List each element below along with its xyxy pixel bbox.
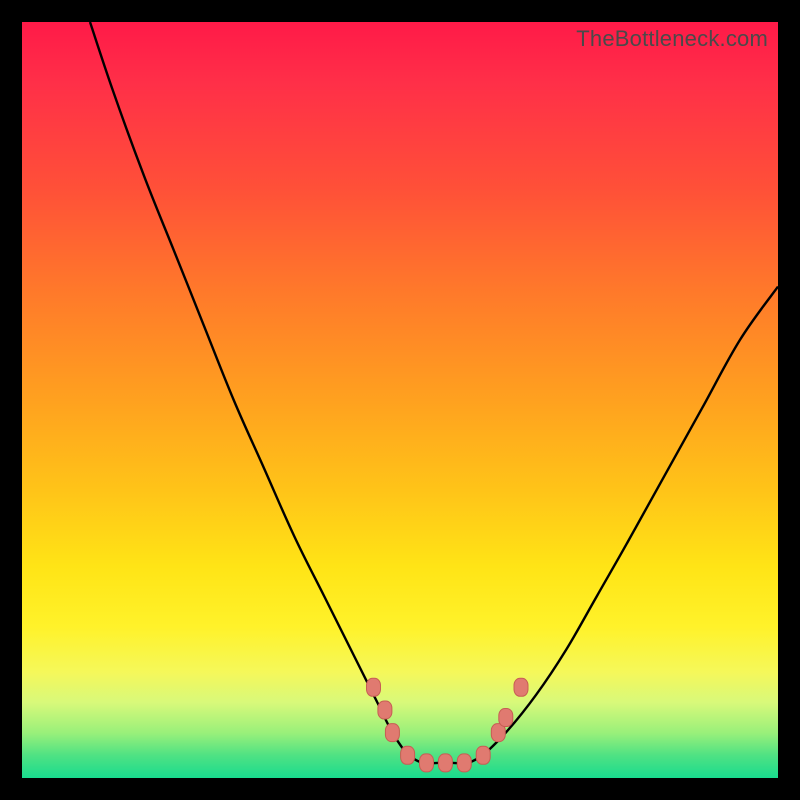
trough-marker	[367, 678, 381, 696]
trough-marker	[499, 709, 513, 727]
trough-markers	[367, 678, 529, 772]
trough-marker	[514, 678, 528, 696]
chart-frame: TheBottleneck.com	[0, 0, 800, 800]
trough-marker	[438, 754, 452, 772]
plot-area: TheBottleneck.com	[22, 22, 778, 778]
trough-marker	[401, 746, 415, 764]
curve-layer	[22, 22, 778, 778]
trough-marker	[457, 754, 471, 772]
trough-marker	[385, 724, 399, 742]
curve-left-branch	[90, 22, 408, 755]
trough-marker	[476, 746, 490, 764]
trough-marker	[420, 754, 434, 772]
trough-marker	[378, 701, 392, 719]
